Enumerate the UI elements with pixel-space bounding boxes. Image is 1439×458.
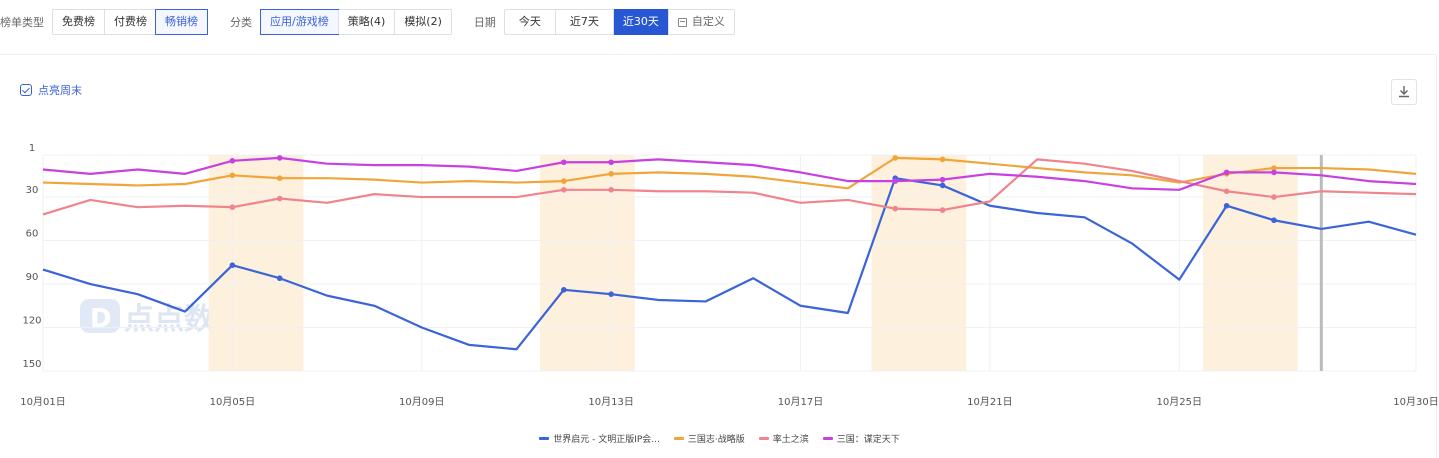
series-point[interactable]	[276, 195, 283, 202]
series-point[interactable]	[560, 186, 567, 193]
x-tick-label: 10月09日	[399, 396, 444, 408]
series-point[interactable]	[1271, 194, 1277, 200]
series-point[interactable]	[1271, 169, 1277, 176]
weekend-band-3	[1202, 155, 1298, 371]
legend-label: 三国：谋定天下	[836, 435, 900, 445]
y-tick-label: 1	[29, 143, 35, 154]
watermark-logo-icon: D	[80, 299, 120, 334]
series-point[interactable]	[1271, 217, 1277, 224]
weekend-band-2	[871, 155, 967, 371]
weekend-band-0	[208, 155, 304, 371]
legend-item[interactable]: 三国志·战略版	[673, 432, 745, 445]
legend-item[interactable]: 率土之滨	[758, 432, 809, 445]
series-point[interactable]	[229, 157, 236, 164]
rank-line-chart: 点点数据 D 130609012015010月01日 10月05日 10月09日 10…	[20, 143, 1438, 408]
series-point[interactable]	[892, 178, 899, 184]
legend-swatch	[822, 437, 833, 440]
series-point[interactable]	[229, 172, 236, 179]
series-point[interactable]	[939, 176, 946, 183]
series-point[interactable]	[276, 155, 283, 161]
legend-swatch	[758, 437, 769, 440]
series-point[interactable]	[1223, 188, 1230, 195]
legend-label: 三国志·战略版	[687, 435, 745, 445]
series-point[interactable]	[560, 159, 567, 166]
series-point[interactable]	[276, 275, 283, 282]
series-point[interactable]	[939, 182, 946, 189]
x-tick-label: 10月05日	[210, 396, 255, 408]
x-tick-label: 10月21日	[967, 396, 1012, 408]
series-point[interactable]	[892, 205, 899, 212]
series-point[interactable]	[1223, 202, 1230, 209]
y-tick-label: 90	[26, 272, 39, 283]
x-tick-label: 10月17日	[778, 396, 823, 408]
legend-swatch	[673, 437, 684, 440]
series-point[interactable]	[608, 291, 614, 297]
series-point[interactable]	[939, 207, 946, 213]
series-point[interactable]	[608, 186, 614, 193]
series-point[interactable]	[1223, 169, 1230, 176]
series-point[interactable]	[560, 178, 567, 184]
y-tick-label: 30	[26, 185, 39, 196]
series-point[interactable]	[892, 155, 899, 161]
legend-label: 率土之滨	[772, 435, 809, 445]
x-tick-label: 10月30日	[1393, 396, 1438, 408]
series-point[interactable]	[229, 262, 236, 268]
legend-item[interactable]: 三国：谋定天下	[822, 432, 900, 445]
legend-item[interactable]: 世界启元 - 文明正版IP会...	[539, 432, 660, 445]
x-tick-label: 10月13日	[588, 396, 633, 408]
y-tick-label: 120	[22, 316, 41, 327]
series-point[interactable]	[276, 175, 283, 181]
y-tick-label: 150	[22, 359, 41, 370]
chart-legend: 世界启元 - 文明正版IP会... 三国志·战略版 率土之滨 三国：谋定天下	[0, 432, 1439, 445]
svg-text:D: D	[90, 304, 112, 334]
series-point[interactable]	[608, 159, 614, 166]
series-point[interactable]	[229, 204, 236, 210]
series-point[interactable]	[560, 287, 567, 293]
weekend-band-1	[540, 155, 635, 371]
x-tick-label: 10月01日	[20, 396, 65, 408]
y-tick-label: 60	[26, 229, 39, 240]
legend-label: 世界启元 - 文明正版IP会...	[553, 435, 660, 445]
legend-swatch	[539, 437, 550, 440]
x-tick-label: 10月25日	[1157, 396, 1202, 408]
series-point[interactable]	[939, 156, 946, 163]
series-point[interactable]	[608, 171, 614, 177]
